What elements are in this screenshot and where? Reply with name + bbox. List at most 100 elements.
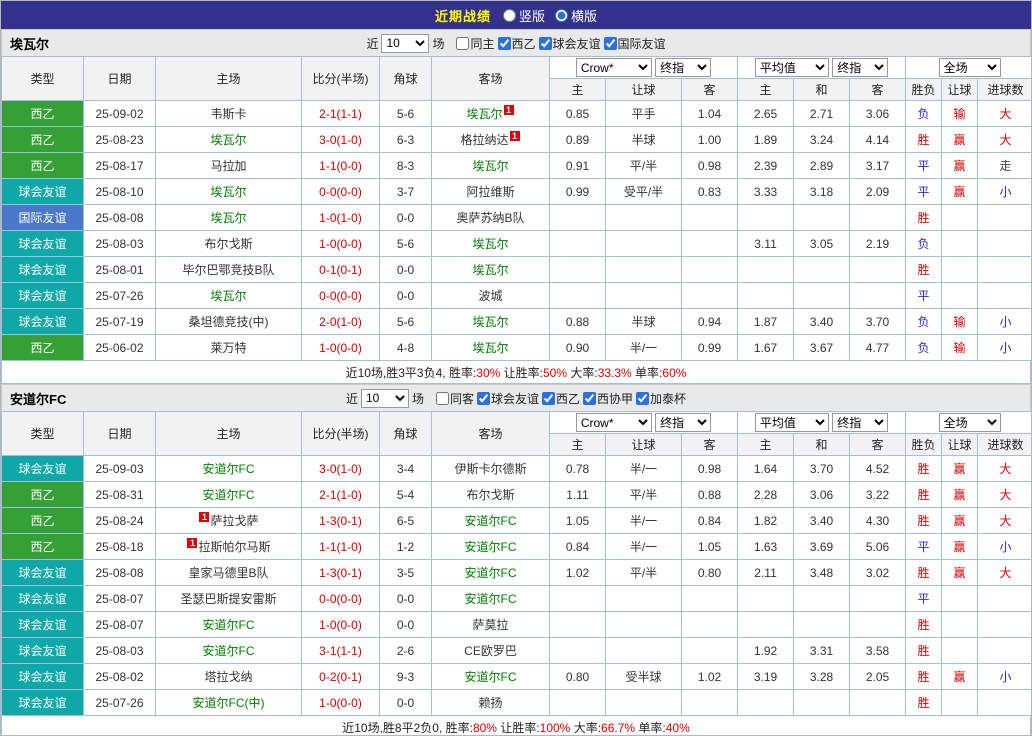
score-cell: 3-0(1-0) xyxy=(301,455,380,482)
odds-home-cell: 0.99 xyxy=(549,178,606,205)
avg-home-cell xyxy=(737,256,795,283)
team-name: 安道尔FC xyxy=(10,391,67,407)
scope-select[interactable]: 全场 xyxy=(938,58,1001,77)
avg-away-cell xyxy=(849,611,907,638)
home-team-cell: 皇家马德里B队 xyxy=(155,559,302,586)
corner-cell: 3-7 xyxy=(379,178,432,205)
team-label: 萨拉戈萨 xyxy=(210,514,259,528)
match-row: 球会友谊 25-09-03 安道尔FC 3-0(1-0) 3-4 伊斯卡尔德斯 0.78 半/… xyxy=(1,455,1031,482)
layout-radio-input[interactable] xyxy=(502,8,516,22)
match-type-cell: 西乙 xyxy=(1,126,84,153)
filter-option[interactable]: 西乙 xyxy=(497,35,536,52)
result-cell: 胜 xyxy=(905,663,943,690)
filter-checkbox[interactable] xyxy=(542,391,555,405)
match-type-cell: 国际友谊 xyxy=(1,204,84,231)
filter-checkbox[interactable] xyxy=(583,391,597,405)
home-team-cell: 安道尔FC xyxy=(155,481,302,508)
team-label: 拉斯帕尔马斯 xyxy=(198,540,271,554)
filter-option[interactable]: 西协甲 xyxy=(583,390,633,407)
avg-home-cell: 3.33 xyxy=(737,178,795,205)
summary-segment: 40% xyxy=(665,720,690,735)
result-cell: 平 xyxy=(905,178,943,205)
average-select[interactable]: 平均值 xyxy=(754,413,829,432)
bookmaker-select[interactable]: Crow* xyxy=(575,413,652,432)
avg-draw-cell: 3.18 xyxy=(793,178,851,205)
filter-checkbox[interactable] xyxy=(456,36,470,50)
odds-home-cell: 1.02 xyxy=(549,559,606,586)
goals-result-cell xyxy=(977,204,1031,231)
odds-stage-select[interactable]: 终指 xyxy=(655,58,712,77)
result-cell: 胜 xyxy=(905,559,943,586)
avg-draw-cell xyxy=(793,689,851,716)
score-cell: 2-1(1-0) xyxy=(301,481,380,508)
filter-checkbox[interactable] xyxy=(435,391,449,405)
scope-select[interactable]: 全场 xyxy=(938,413,1001,432)
filter-option[interactable]: 球会友谊 xyxy=(538,35,601,52)
avg-draw-cell xyxy=(793,282,851,309)
team-label: 埃瓦尔 xyxy=(210,211,247,225)
filter-option[interactable]: 同主 xyxy=(456,35,495,52)
avg-home-cell: 1.67 xyxy=(737,334,795,361)
score-cell: 3-0(1-0) xyxy=(301,126,380,153)
away-team-cell: 赖扬 xyxy=(431,689,550,716)
team-label: 布尔戈斯 xyxy=(466,488,515,502)
avg-draw-cell: 3.70 xyxy=(793,455,851,482)
result-cell: 负 xyxy=(905,230,943,257)
handicap-line-cell: 半球 xyxy=(605,308,682,335)
average-stage-select[interactable]: 终指 xyxy=(832,58,889,77)
section-header: 埃瓦尔 近 10 场 同主 西乙 球会友谊 国际友谊 xyxy=(1,29,1031,56)
summary-segment: 胜率: xyxy=(448,365,477,380)
filter-checkbox[interactable] xyxy=(497,36,511,50)
avg-away-cell: 3.06 xyxy=(849,100,907,127)
filter-label: 球会友谊 xyxy=(552,36,601,51)
layout-option[interactable]: 竖版 xyxy=(502,6,545,25)
corner-cell: 3-5 xyxy=(379,559,432,586)
match-count-select[interactable]: 10 xyxy=(381,33,430,53)
layout-radio-input[interactable] xyxy=(555,8,568,22)
avg-home-cell: 3.11 xyxy=(737,230,795,257)
team-label: 莱万特 xyxy=(210,341,247,355)
home-team-cell: 埃瓦尔 xyxy=(155,178,302,205)
goals-result-cell: 大 xyxy=(977,100,1031,127)
handicap-result-cell: 赢 xyxy=(941,533,979,560)
match-type-cell: 球会友谊 xyxy=(1,256,84,283)
layout-option[interactable]: 横版 xyxy=(555,6,597,25)
odds-home-cell xyxy=(549,230,606,257)
handicap-line-cell: 半球 xyxy=(605,126,682,153)
match-type-cell: 球会友谊 xyxy=(1,178,84,205)
corner-cell: 0-0 xyxy=(379,689,432,716)
filter-option[interactable]: 球会友谊 xyxy=(476,390,539,407)
team-label: CE欧罗巴 xyxy=(464,644,517,658)
average-select[interactable]: 平均值 xyxy=(754,58,829,77)
handicap-result-cell xyxy=(941,256,979,283)
filter-checkbox[interactable] xyxy=(538,36,552,50)
handicap-line-cell: 半/一 xyxy=(605,455,682,482)
avg-away-cell: 4.52 xyxy=(849,455,907,482)
avg-home-cell xyxy=(737,204,795,231)
odds-stage-select[interactable]: 终指 xyxy=(655,413,712,432)
filter-option[interactable]: 同客 xyxy=(435,390,474,407)
goals-result-cell: 大 xyxy=(977,559,1031,586)
filter-option[interactable]: 加泰杯 xyxy=(636,390,686,407)
match-count-select[interactable]: 10 xyxy=(360,388,409,408)
match-row: 球会友谊 25-08-07 安道尔FC 1-0(0-0) 0-0 萨莫拉 胜 xyxy=(1,611,1031,638)
col-date: 日期 xyxy=(83,411,156,456)
odds-home-cell xyxy=(549,637,606,664)
odds-home-cell xyxy=(549,282,606,309)
avg-away-cell xyxy=(849,585,907,612)
filter-option[interactable]: 国际友谊 xyxy=(603,35,666,52)
handicap-line-cell: 半/一 xyxy=(605,507,682,534)
away-team-cell: 萨莫拉 xyxy=(431,611,550,638)
date-cell: 25-09-02 xyxy=(83,100,156,127)
filter-checkbox[interactable] xyxy=(636,391,650,405)
filter-checkbox[interactable] xyxy=(603,36,617,50)
avg-draw-cell xyxy=(793,611,851,638)
filter-checkbox[interactable] xyxy=(476,391,490,405)
match-row: 球会友谊 25-08-07 圣瑟巴斯提安雷斯 0-0(0-0) 0-0 安道尔FC 平 xyxy=(1,585,1031,612)
handicap-result-cell: 输 xyxy=(941,100,979,127)
date-cell: 25-08-03 xyxy=(83,230,156,257)
bookmaker-select[interactable]: Crow* xyxy=(575,58,652,77)
filter-option[interactable]: 西乙 xyxy=(542,390,580,407)
match-type-cell: 西乙 xyxy=(1,481,84,508)
average-stage-select[interactable]: 终指 xyxy=(832,413,889,432)
